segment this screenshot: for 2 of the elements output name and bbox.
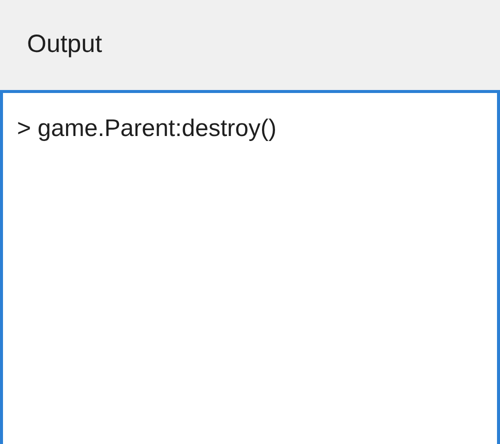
- panel-title: Output: [27, 29, 102, 60]
- output-line: > game.Parent:destroy(): [17, 114, 278, 144]
